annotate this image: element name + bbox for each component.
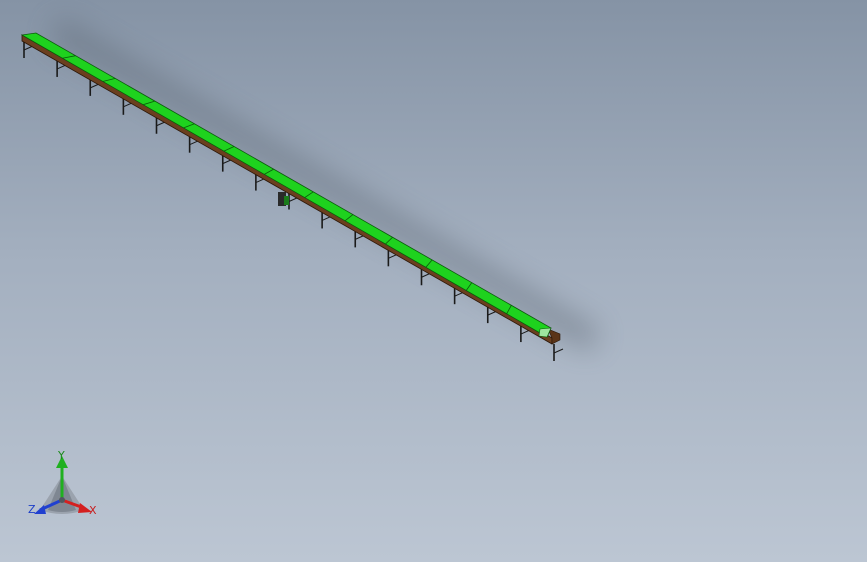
model-scene[interactable] bbox=[0, 0, 867, 562]
coordinate-triad[interactable]: Y X Z bbox=[22, 448, 106, 528]
conveyor-belt-surface[interactable] bbox=[20, 32, 552, 338]
z-axis-label: Z bbox=[28, 503, 36, 516]
conveyor-legs bbox=[23, 41, 564, 361]
conveyor-side-frame[interactable] bbox=[21, 34, 553, 345]
floor-shadow bbox=[50, 18, 600, 352]
conveyor-leg-brace bbox=[553, 348, 564, 354]
y-axis-label: Y bbox=[58, 449, 65, 462]
triad-origin bbox=[59, 497, 65, 503]
drive-unit[interactable] bbox=[278, 192, 289, 206]
x-axis-label: X bbox=[89, 504, 97, 517]
3d-graphics-viewport[interactable]: Y X Z bbox=[0, 0, 867, 562]
conveyor-belt-end-cap bbox=[538, 327, 552, 338]
